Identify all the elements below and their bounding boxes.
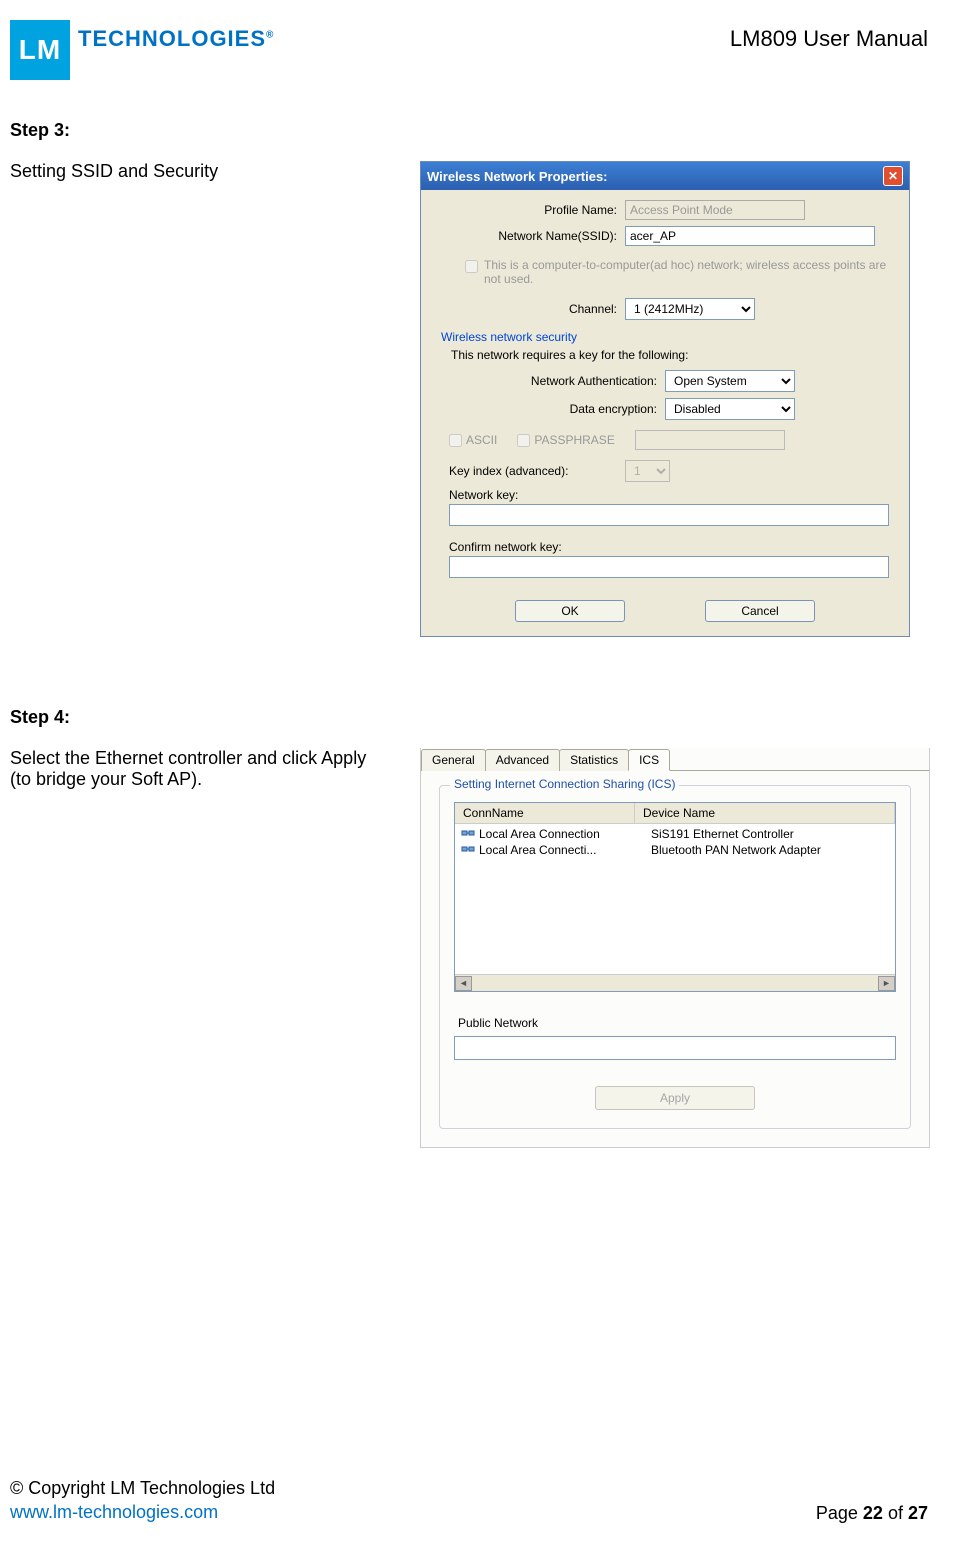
col-device-name: Device Name xyxy=(635,803,895,823)
ssid-input[interactable] xyxy=(625,226,875,246)
ok-button[interactable]: OK xyxy=(515,600,625,622)
public-network-label: Public Network xyxy=(458,1016,896,1030)
col-conn-name: ConnName xyxy=(455,803,635,823)
step3-text: Setting SSID and Security xyxy=(10,161,390,182)
ascii-checkbox-label: ASCII xyxy=(449,433,497,447)
confirm-key-label: Confirm network key: xyxy=(449,540,895,554)
document-title: LM809 User Manual xyxy=(730,20,928,52)
key-index-select: 1 xyxy=(625,460,670,482)
network-key-label: Network key: xyxy=(449,488,895,502)
auth-select[interactable]: Open System xyxy=(665,370,795,392)
passphrase-box xyxy=(635,430,785,450)
tab-general[interactable]: General xyxy=(421,749,486,771)
conn-name: Local Area Connection xyxy=(479,827,651,841)
passphrase-checkbox-label: PASSPHRASE xyxy=(517,433,614,447)
ics-legend: Setting Internet Connection Sharing (ICS… xyxy=(450,777,679,791)
device-name: Bluetooth PAN Network Adapter xyxy=(651,843,821,857)
network-key-input[interactable] xyxy=(449,504,889,526)
network-icon xyxy=(461,844,475,856)
close-icon[interactable]: ✕ xyxy=(883,166,903,186)
scroll-left-icon[interactable]: ◄ xyxy=(455,976,472,991)
dialog-title: Wireless Network Properties: xyxy=(427,169,608,184)
adhoc-checkbox xyxy=(465,260,478,273)
tab-statistics[interactable]: Statistics xyxy=(559,749,629,771)
tab-advanced[interactable]: Advanced xyxy=(485,749,560,771)
connection-list[interactable]: ConnName Device Name Local Area Connecti… xyxy=(454,802,896,992)
footer-link[interactable]: www.lm-technologies.com xyxy=(10,1501,275,1524)
security-heading: Wireless network security xyxy=(441,330,895,344)
conn-name: Local Area Connecti... xyxy=(479,843,651,857)
logo-mark: LM xyxy=(10,20,70,80)
page-header: LM TECHNOLOGIES® LM809 User Manual xyxy=(10,10,948,80)
channel-label: Channel: xyxy=(435,302,625,316)
scroll-right-icon[interactable]: ► xyxy=(878,976,895,991)
auth-label: Network Authentication: xyxy=(485,374,665,388)
list-item[interactable]: Local Area Connection SiS191 Ethernet Co… xyxy=(455,826,895,842)
tab-ics[interactable]: ICS xyxy=(628,749,670,771)
horizontal-scrollbar[interactable]: ◄ ► xyxy=(455,974,895,991)
step4-heading: Step 4: xyxy=(10,707,948,728)
step3-heading: Step 3: xyxy=(10,120,948,141)
public-network-box[interactable] xyxy=(454,1036,896,1060)
logo: LM TECHNOLOGIES® xyxy=(10,20,274,80)
step4-text: Select the Ethernet controller and click… xyxy=(10,748,390,790)
dialog-title-bar: Wireless Network Properties: ✕ xyxy=(421,162,909,190)
confirm-key-input[interactable] xyxy=(449,556,889,578)
page-footer: © Copyright LM Technologies Ltd www.lm-t… xyxy=(10,1477,928,1524)
profile-name-label: Profile Name: xyxy=(435,203,625,217)
enc-select[interactable]: Disabled xyxy=(665,398,795,420)
apply-button[interactable]: Apply xyxy=(595,1086,755,1110)
copyright-text: © Copyright LM Technologies Ltd xyxy=(10,1477,275,1500)
security-text: This network requires a key for the foll… xyxy=(451,348,895,362)
wireless-properties-dialog: Wireless Network Properties: ✕ Profile N… xyxy=(420,161,910,637)
logo-brand: TECHNOLOGIES® xyxy=(78,20,274,52)
key-index-label: Key index (advanced): xyxy=(435,464,625,478)
ssid-label: Network Name(SSID): xyxy=(435,229,625,243)
ics-fieldset: Setting Internet Connection Sharing (ICS… xyxy=(439,785,911,1129)
ascii-checkbox xyxy=(449,434,462,447)
passphrase-checkbox xyxy=(517,434,530,447)
ics-panel: General Advanced Statistics ICS Setting … xyxy=(420,748,930,1148)
page-number: Page 22 of 27 xyxy=(816,1503,928,1524)
enc-label: Data encryption: xyxy=(485,402,665,416)
channel-select[interactable]: 1 (2412MHz) xyxy=(625,298,755,320)
adhoc-text: This is a computer-to-computer(ad hoc) n… xyxy=(484,258,895,286)
profile-name-input xyxy=(625,200,805,220)
list-item[interactable]: Local Area Connecti... Bluetooth PAN Net… xyxy=(455,842,895,858)
cancel-button[interactable]: Cancel xyxy=(705,600,815,622)
tab-strip: General Advanced Statistics ICS xyxy=(421,748,929,771)
network-icon xyxy=(461,828,475,840)
device-name: SiS191 Ethernet Controller xyxy=(651,827,794,841)
